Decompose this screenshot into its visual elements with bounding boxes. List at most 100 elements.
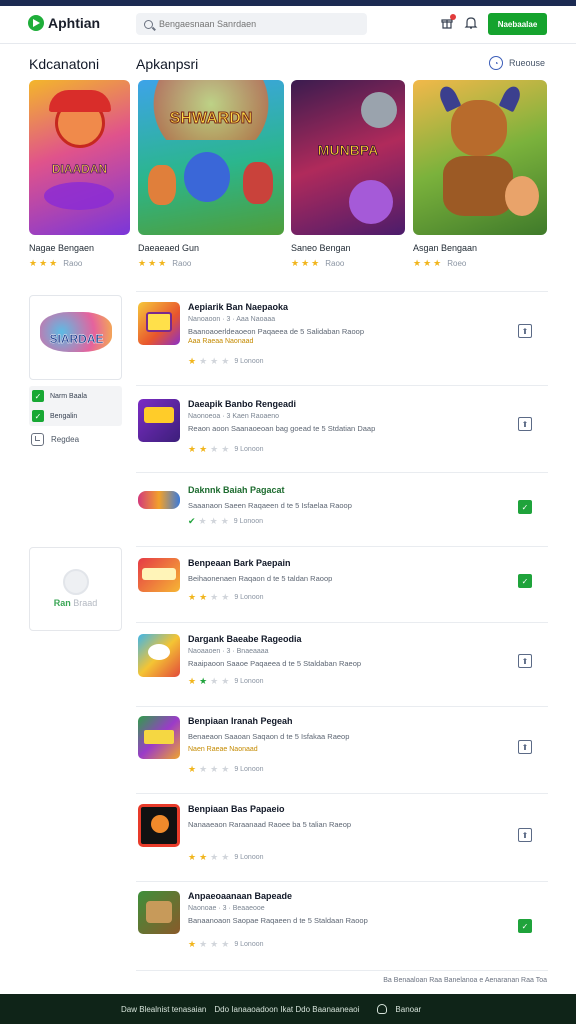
footer-link[interactable]: Ddo Ianaaoadoon Ikat Ddo Baanaaneaoi (214, 1005, 359, 1014)
search-bar[interactable] (136, 13, 367, 35)
installed-button[interactable]: ✓ (518, 500, 532, 514)
star-icon: ★ (423, 258, 432, 268)
app-icon (138, 558, 180, 592)
app-icon (138, 804, 180, 847)
app-rating: ★ ★ ★ ★ 9 Lonoon (188, 852, 264, 863)
header: Aphtian Naebaalae (0, 6, 576, 44)
rating-text: 9 Lonoon (234, 446, 264, 453)
star-icon: ★ (188, 676, 197, 686)
star-icon: ★ (199, 764, 208, 774)
featured-rating: ★ ★ ★ Raoo (29, 258, 130, 269)
rating-text: Roeo (447, 259, 467, 268)
installed-button[interactable]: ✓ (518, 919, 532, 933)
rating-text: 9 Lonoon (234, 941, 264, 948)
star-icon: ★ (39, 258, 48, 268)
star-icon: ★ (199, 592, 208, 602)
app-title: Aepiarik Ban Naepaoka (188, 302, 289, 312)
app-tag: Aaa Raeaa Naonaad (188, 338, 254, 345)
list-item[interactable]: Daeapik Banbo Rengeadi Naonoeoa · 3 Kaen… (136, 399, 548, 469)
featured-rating: ★ ★ ★ Roeo (413, 258, 547, 269)
rating-text: 9 Lonoon (234, 766, 264, 773)
featured-art: MUNBPA (291, 80, 405, 235)
calendar-icon (31, 433, 44, 446)
installed-button[interactable]: ✓ (518, 574, 532, 588)
divider (136, 385, 548, 386)
star-icon: ★ (221, 356, 230, 366)
filter-label: Bengalin (50, 412, 78, 420)
install-button[interactable]: ⬆ (518, 324, 532, 338)
star-icon: ★ (221, 592, 230, 602)
verified-icon: ✔ (188, 516, 196, 526)
star-icon: ★ (158, 258, 167, 268)
search-input[interactable] (159, 19, 359, 29)
divider (136, 970, 548, 971)
logo[interactable]: Aphtian (28, 15, 100, 31)
rating-text: 9 Lonoon (234, 678, 264, 685)
star-icon: ★ (199, 676, 208, 686)
promo-suffix: Braad (73, 598, 98, 608)
list-item[interactable]: Daknnk Baiah Pagacat Saaanaon Saeen Raqa… (136, 485, 548, 540)
install-button[interactable]: ⬆ (518, 740, 532, 754)
app-title: Daeapik Banbo Rengeadi (188, 399, 297, 409)
list-item[interactable]: Benpiaan Iranah Pegeah Benaeaon Saaoan S… (136, 716, 548, 791)
rating-text: Raoo (63, 259, 83, 268)
install-button[interactable]: ⬆ (518, 417, 532, 431)
install-button[interactable]: ⬆ (518, 828, 532, 842)
app-title: Anpaeoaanaan Bapeade (188, 891, 293, 901)
star-icon: ★ (210, 852, 219, 862)
filter-option[interactable]: ✓ Narm Baala (29, 386, 122, 406)
rating-text: 9 Lonoon (234, 358, 264, 365)
app-rating: ★ ★ ★ ★ 9 Lonoon (188, 939, 264, 950)
star-icon: ★ (210, 356, 219, 366)
app-title: Benpiaan Bas Papaeio (188, 804, 285, 814)
filter-option[interactable]: ✓ Bengalin (29, 406, 122, 426)
featured-card[interactable]: MUNBPA Saneo Bengan ★ ★ ★ Raoo (291, 80, 405, 269)
featured-art: SHWARDN (138, 80, 284, 235)
app-tag: Naen Raeae Naonaad (188, 746, 258, 753)
filter-list: ✓ Narm Baala ✓ Bengalin (29, 386, 122, 426)
promo-prefix: Ran (53, 598, 71, 608)
featured-card[interactable]: SHWARDN Daeaeaed Gun ★ ★ ★ Raoo (138, 80, 284, 269)
featured-rating: ★ ★ ★ Raoo (291, 258, 405, 269)
star-icon: ★ (220, 516, 229, 526)
footer-link[interactable]: Daw Blealnist tenasaian (121, 1005, 206, 1014)
app-description: Reaon aoon Saanaoeoan bag goead te 5 Std… (188, 424, 376, 433)
star-icon: ★ (301, 258, 310, 268)
app-title: Daknnk Baiah Pagacat (188, 485, 285, 495)
see-all-link[interactable]: ◔ Rueouse (489, 56, 545, 70)
sidebar-feature-card[interactable]: SIARDAE (29, 295, 122, 380)
primary-action-button[interactable]: Naebaalae (488, 13, 547, 35)
checkbox-checked-icon[interactable]: ✓ (32, 390, 44, 402)
app-icon (138, 634, 180, 677)
notification-button[interactable] (440, 14, 456, 30)
footer-link[interactable]: Banoar (395, 1005, 421, 1014)
star-icon: ★ (210, 676, 219, 686)
home-icon[interactable] (377, 1004, 388, 1014)
star-icon: ★ (210, 939, 219, 949)
star-icon: ★ (188, 764, 197, 774)
list-item[interactable]: Dargank Baeabe Rageodia Naoaaoen · 3 · B… (136, 634, 548, 704)
list-item[interactable]: Aepiarik Ban Naepaoka Nanoaoon · 3 · Aaa… (136, 302, 548, 382)
bell-button[interactable] (464, 16, 478, 30)
star-icon: ★ (209, 516, 218, 526)
list-item[interactable]: Anpaeoaanaan Bapeade Naonoae · 3 · Beaae… (136, 891, 548, 966)
featured-rating: ★ ★ ★ Raoo (138, 258, 284, 269)
featured-card[interactable]: DIAADAN Nagae Bengaen ★ ★ ★ Raoo (29, 80, 130, 269)
app-icon (138, 485, 180, 515)
featured-name: Nagae Bengaen (29, 243, 95, 253)
install-button[interactable]: ⬆ (518, 654, 532, 668)
star-icon: ★ (221, 852, 230, 862)
star-icon: ★ (311, 258, 320, 268)
app-icon (138, 399, 180, 442)
app-meta: Nanoaoon · 3 · Aaa Naoaaa (188, 316, 276, 323)
list-item[interactable]: Benpeaan Bark Paepain Beihaonenaen Raqao… (136, 558, 548, 618)
app-rating: ★ ★ ★ ★ 9 Lonoon (188, 764, 264, 775)
sidebar-link[interactable]: Regdea (31, 433, 79, 446)
list-item[interactable]: Benpiaan Bas Papaeio Nanaaeaon Raraanaad… (136, 804, 548, 879)
star-icon: ★ (199, 356, 208, 366)
featured-card[interactable]: Asgan Bengaan ★ ★ ★ Roeo (413, 80, 547, 269)
checkbox-checked-icon[interactable]: ✓ (32, 410, 44, 422)
promo-card[interactable]: Ran Braad (29, 547, 122, 631)
star-icon: ★ (148, 258, 157, 268)
app-meta: Naonoeoa · 3 Kaen Raoaeno (188, 413, 280, 420)
